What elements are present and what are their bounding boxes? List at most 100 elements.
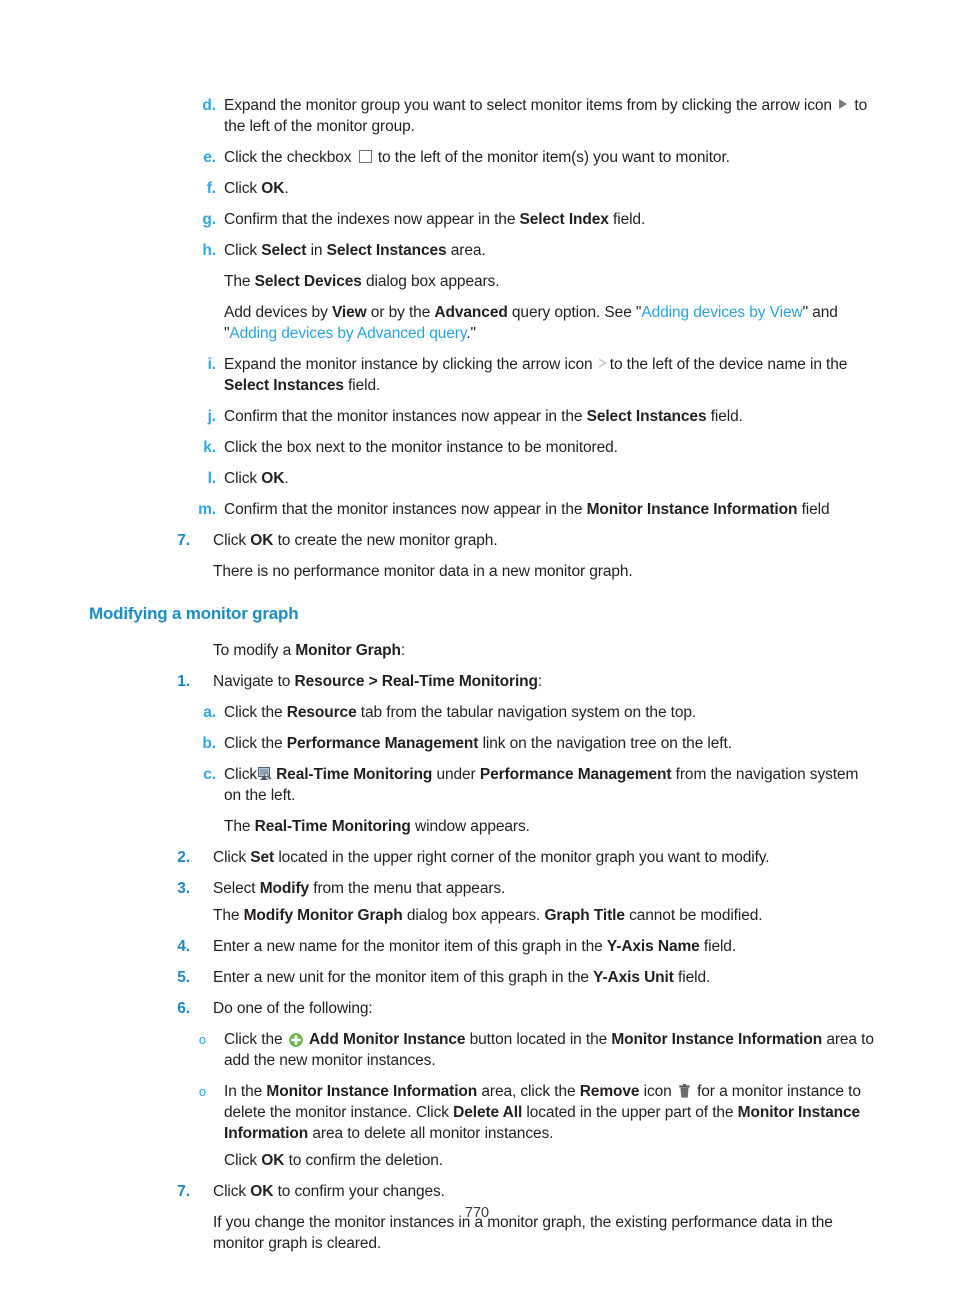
- emphasis-text: Real-Time Monitoring: [254, 818, 411, 835]
- expand-arrow-icon: [839, 99, 848, 110]
- list-marker: 7.: [177, 532, 190, 549]
- note-confirm-deletion: Click OK to confirm the deletion.: [224, 1150, 876, 1171]
- emphasis-text: Monitor Instance Information: [586, 501, 798, 518]
- list-item-text: Click the Performance Management link on…: [224, 733, 876, 754]
- emphasis-text: Resource: [286, 704, 357, 721]
- list-item-text: In the Monitor Instance Information area…: [224, 1081, 876, 1144]
- list-item-text: Click OK.: [224, 468, 876, 489]
- text-run: to the left of the monitor item(s) you w…: [373, 149, 730, 166]
- emphasis-text: Set: [250, 849, 275, 866]
- checkbox-icon: [358, 150, 372, 164]
- list-item-text: Click the Resource tab from the tabular …: [224, 702, 876, 723]
- emphasis-text: Select: [261, 242, 307, 259]
- list-item: e. Click the checkbox to the left of the…: [0, 147, 954, 168]
- list-item-text: Navigate to Resource > Real-Time Monitor…: [213, 671, 874, 692]
- list-marker: k.: [203, 439, 216, 456]
- emphasis-text: Advanced: [434, 304, 508, 321]
- emphasis-text: OK: [261, 470, 285, 487]
- cross-reference-link[interactable]: Adding devices by View: [641, 304, 802, 321]
- emphasis-text: Select Index: [519, 211, 609, 228]
- list-item: i. Expand the monitor instance by clicki…: [0, 354, 954, 396]
- list-item: a. Click the Resource tab from the tabul…: [0, 702, 954, 723]
- text-run: Enter a new unit for the monitor item of…: [213, 969, 594, 986]
- emphasis-text: Monitor Instance Information: [266, 1083, 478, 1100]
- text-run: Expand the monitor instance by clicking …: [224, 356, 597, 373]
- text-run: Click: [213, 532, 251, 549]
- emphasis-text: Monitor Graph: [295, 642, 401, 659]
- text-run: Click the: [224, 735, 287, 752]
- text-run: dialog box appears.: [402, 907, 545, 924]
- text-run: Navigate to: [213, 673, 295, 690]
- text-run: field.: [673, 969, 711, 986]
- expand-arrow-outline-icon: [598, 358, 608, 369]
- list-item-text: Expand the monitor instance by clicking …: [224, 354, 876, 396]
- list-item: f. Click OK.: [0, 178, 954, 199]
- list-item: o In the Monitor Instance Information ar…: [0, 1081, 954, 1144]
- page-number: 770: [464, 1205, 490, 1221]
- text-run: Click the: [224, 1031, 287, 1048]
- list-marker: 3.: [177, 880, 190, 897]
- list-item-text: Confirm that the indexes now appear in t…: [224, 209, 876, 230]
- emphasis-text: Select Instances: [586, 408, 707, 425]
- text-run: to confirm your changes.: [273, 1183, 445, 1200]
- text-run: Click: [213, 1183, 251, 1200]
- list-item: h. Click Select in Select Instances area…: [0, 240, 954, 261]
- text-run: area.: [446, 242, 486, 259]
- text-run: field.: [699, 938, 737, 955]
- text-run: tab from the tabular navigation system o…: [356, 704, 697, 721]
- emphasis-text: Select Instances: [224, 377, 344, 394]
- list-marker: 2.: [177, 849, 190, 866]
- list-item-text: Click OK to create the new monitor graph…: [213, 530, 874, 551]
- text-run: The: [213, 907, 244, 924]
- list-marker: b.: [202, 735, 216, 752]
- text-run: query option. See ": [507, 304, 642, 321]
- text-run: In the: [224, 1083, 267, 1100]
- text-run: To modify a: [213, 642, 296, 659]
- list-item-text: Click OK to confirm your changes.: [213, 1181, 874, 1202]
- cross-reference-link[interactable]: Adding devices by Advanced query: [229, 325, 466, 342]
- list-marker: m.: [198, 501, 216, 518]
- list-item-text: Enter a new name for the monitor item of…: [213, 936, 874, 957]
- text-run: to confirm the deletion.: [284, 1152, 444, 1169]
- text-run: to create the new monitor graph.: [273, 532, 498, 549]
- list-item: 7. Click OK to confirm your changes.: [0, 1181, 954, 1202]
- text-run: Click: [213, 849, 251, 866]
- emphasis-text: Add Monitor Instance: [308, 1031, 466, 1048]
- text-run: The: [224, 273, 255, 290]
- list-marker: 4.: [177, 938, 190, 955]
- list-marker: o: [198, 1032, 206, 1047]
- text-run: field.: [706, 408, 743, 425]
- text-run: cannot be modified.: [624, 907, 763, 924]
- list-item-text: Click the Add Monitor Instance button lo…: [224, 1029, 876, 1071]
- real-time-monitoring-icon: [258, 766, 273, 781]
- list-item: 3. Select Modify from the menu that appe…: [0, 878, 954, 899]
- text-run: Confirm that the indexes now appear in t…: [224, 211, 520, 228]
- list-marker: o: [198, 1084, 206, 1099]
- list-item: m. Confirm that the monitor instances no…: [0, 499, 954, 520]
- list-marker: f.: [206, 180, 216, 197]
- text-run: Click the checkbox: [224, 149, 356, 166]
- list-item-text: Click Set located in the upper right cor…: [213, 847, 874, 868]
- list-item: l. Click OK.: [0, 468, 954, 489]
- list-item-text: Click OK.: [224, 178, 876, 199]
- text-run: in: [306, 242, 327, 259]
- text-run: Click: [224, 470, 262, 487]
- list-item-text: Click Real-Time Monitoring under Performa…: [224, 764, 876, 806]
- list-item: 7. Click OK to create the new monitor gr…: [0, 530, 954, 551]
- list-item: b. Click the Performance Management link…: [0, 733, 954, 754]
- text-run: Click the: [224, 704, 287, 721]
- text-run: located in the upper part of the: [522, 1104, 738, 1121]
- text-run: There is no performance monitor data in …: [213, 563, 633, 580]
- emphasis-text: OK: [261, 180, 285, 197]
- list-item-text: Confirm that the monitor instances now a…: [224, 406, 876, 427]
- text-run: Click: [224, 766, 258, 783]
- text-run: Click: [224, 242, 262, 259]
- list-item: c. Click Real-Time Monitoring under Perfo…: [0, 764, 954, 806]
- section-intro: To modify a Monitor Graph:: [213, 640, 874, 661]
- document-page: d. Expand the monitor group you want to …: [0, 0, 954, 1296]
- list-item-text: Click the checkbox to the left of the mo…: [224, 147, 876, 168]
- list-item: d. Expand the monitor group you want to …: [0, 95, 954, 137]
- page-title: Modifying a monitor graph: [89, 604, 299, 623]
- list-marker: 7.: [177, 1183, 190, 1200]
- list-item-text: Do one of the following:: [213, 998, 874, 1019]
